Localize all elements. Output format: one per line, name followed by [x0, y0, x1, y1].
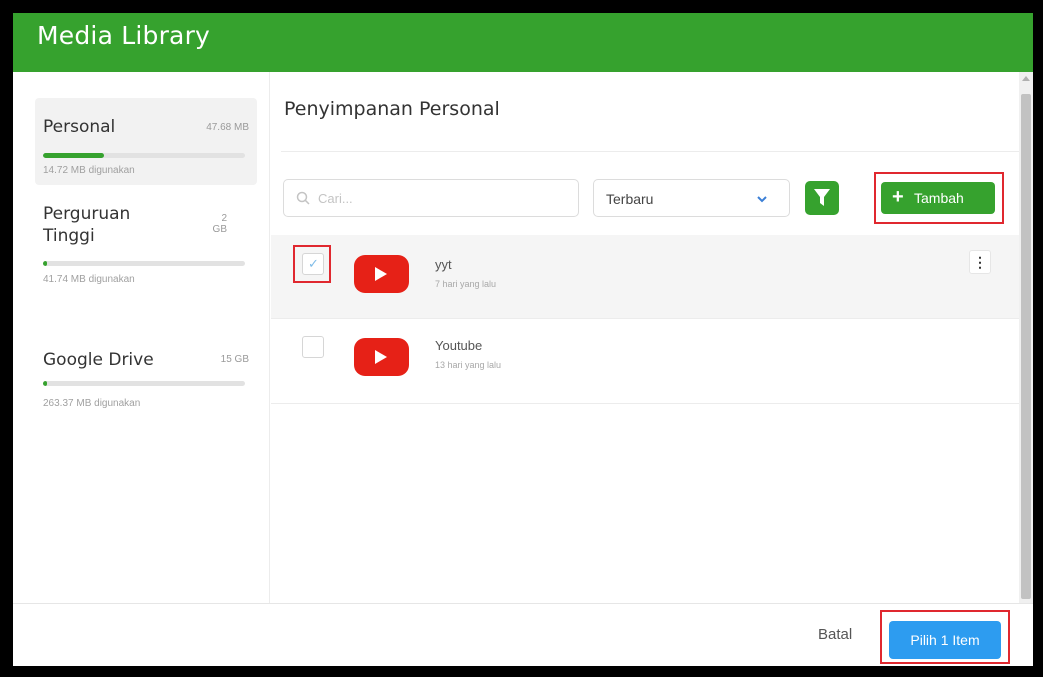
scroll-up-icon[interactable] [1022, 76, 1030, 81]
file-time: 13 hari yang lalu [435, 360, 502, 370]
check-icon: ✓ [308, 256, 319, 271]
file-name: yyt [435, 257, 452, 272]
search-icon [296, 191, 310, 205]
storage-name: Personal [43, 117, 116, 137]
storage-used-text: 14.72 MB digunakan [43, 165, 135, 176]
add-button[interactable]: + Tambah [881, 182, 995, 214]
storage-used-text: 263.37 MB digunakan [43, 398, 141, 409]
play-icon [375, 267, 387, 281]
plus-icon: + [892, 186, 904, 208]
title-bar: Media Library [13, 13, 1033, 72]
filter-icon [814, 189, 830, 206]
storage-name: Perguruan Tinggi [43, 203, 130, 247]
chevron-down-icon [757, 196, 767, 203]
storage-usage-fill [43, 261, 48, 266]
add-button-label: Tambah [914, 190, 964, 206]
divider [281, 151, 1019, 152]
storage-usage-fill [43, 381, 48, 386]
storage-capacity: 15 GB [220, 354, 249, 365]
page-title: Penyimpanan Personal [284, 98, 500, 120]
storage-usage-bar [43, 153, 245, 158]
cancel-button[interactable]: Batal [818, 626, 852, 643]
storage-capacity: 2 GB [213, 213, 227, 235]
storage-name-line: Tinggi [43, 226, 95, 246]
storage-usage-fill [43, 153, 104, 158]
storage-item-personal[interactable]: Personal 47.68 MB 14.72 MB digunakan [35, 98, 257, 185]
search-box [283, 179, 579, 217]
file-checkbox[interactable] [302, 336, 324, 358]
storage-sidebar: Personal 47.68 MB 14.72 MB digunakan Per… [13, 72, 270, 603]
storage-item-perguruan-tinggi[interactable]: Perguruan Tinggi 2 GB 41.74 MB digunakan [35, 193, 257, 308]
search-input[interactable] [318, 188, 558, 208]
storage-usage-bar [43, 261, 245, 266]
file-row[interactable]: ✓ yyt 7 hari yang lalu ⋮ [271, 235, 1019, 319]
file-time: 7 hari yang lalu [435, 279, 497, 289]
storage-usage-bar [43, 381, 245, 386]
file-name: Youtube [435, 338, 483, 353]
youtube-icon [354, 255, 409, 293]
vertical-scrollbar[interactable] [1019, 72, 1033, 603]
play-icon [375, 350, 387, 364]
file-row[interactable]: Youtube 13 hari yang lalu [271, 320, 1019, 404]
storage-capacity-line: GB [212, 224, 227, 235]
storage-name-line: Perguruan [43, 204, 131, 224]
storage-name: Google Drive [43, 350, 154, 370]
media-library-dialog: Media Library Personal 47.68 MB 14.72 MB… [13, 13, 1033, 666]
main-panel: Penyimpanan Personal Terbaru + Tambah [271, 72, 1019, 603]
choose-item-button[interactable]: Pilih 1 Item [889, 621, 1001, 659]
file-checkbox[interactable]: ✓ [302, 253, 324, 275]
sort-selected-value: Terbaru [606, 191, 654, 207]
scrollbar-thumb[interactable] [1021, 94, 1031, 599]
dialog-footer: Batal Pilih 1 Item [13, 603, 1033, 666]
filter-button[interactable] [805, 181, 839, 215]
dialog-title: Media Library [37, 21, 211, 50]
sort-select[interactable]: Terbaru [593, 179, 790, 217]
storage-capacity: 47.68 MB [206, 122, 249, 133]
storage-item-google-drive[interactable]: Google Drive 15 GB 263.37 MB digunakan [35, 312, 257, 412]
more-options-icon[interactable]: ⋮ [969, 250, 991, 274]
storage-used-text: 41.74 MB digunakan [43, 274, 135, 285]
storage-capacity-line: 2 [221, 213, 227, 224]
youtube-icon [354, 338, 409, 376]
